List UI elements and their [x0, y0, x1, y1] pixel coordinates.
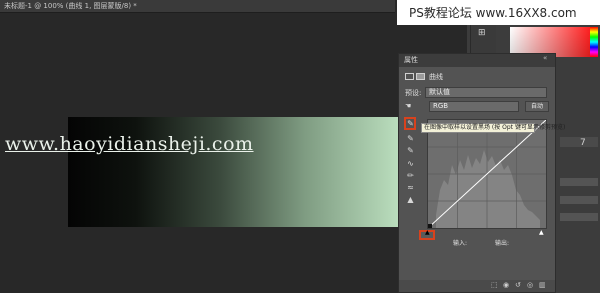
site-banner-text: PS教程论坛 www.16XX8.com [409, 6, 577, 20]
curve-graph[interactable] [427, 119, 547, 229]
panel-header[interactable]: 属性 « [399, 54, 555, 67]
histogram [436, 150, 540, 228]
hue-slider[interactable] [590, 27, 598, 57]
curves-label: 曲线 [429, 73, 443, 81]
document-tab-label: 未标题-1 @ 100% (曲线 1, 图层蒙版/8) * [4, 2, 137, 10]
preset-label: 预设: [405, 89, 422, 97]
mask-icon[interactable] [416, 73, 425, 80]
white-input-slider[interactable]: ▲ [539, 229, 544, 236]
channel-select[interactable]: RGB [429, 101, 519, 112]
layer-row[interactable] [560, 178, 598, 186]
curve-graph-svg [428, 120, 546, 228]
black-input-slider[interactable]: ▲ [425, 229, 430, 236]
site-banner: PS教程论坛 www.16XX8.com [397, 0, 600, 25]
curve-point-icon[interactable]: ∿ [406, 159, 415, 168]
dock-value: 7 [580, 138, 586, 148]
eyedropper-black-icon[interactable]: ✎ [406, 119, 415, 128]
on-image-adjust-icon[interactable]: ☚ [405, 102, 411, 110]
smooth-icon[interactable]: ≈ [406, 183, 415, 192]
reset-icon[interactable]: ↺ [515, 281, 521, 289]
black-point-handle [428, 224, 432, 228]
eyedropper-white-icon[interactable]: ✎ [406, 146, 415, 155]
properties-panel: 属性 « 曲线 预设: 默认值 ☚ RGB 自动 ✎ ✎ ✎ ∿ ✏ ≈ ▲ 在… [398, 53, 565, 293]
preset-select[interactable]: 默认值 [425, 87, 547, 98]
tooltip: 在图像中取样以设置黑场 (按 Opt 键可显示修剪预览) [421, 123, 565, 133]
pencil-icon[interactable]: ✏ [406, 171, 415, 180]
auto-button[interactable]: 自动 [525, 101, 549, 112]
panel-title: 属性 [404, 56, 418, 64]
dock-row [560, 137, 598, 147]
preset-row: 预设: 默认值 [399, 87, 555, 99]
channel-row: ☚ RGB 自动 [399, 101, 555, 113]
adjustment-icon[interactable] [405, 73, 414, 80]
clip-warning-icon[interactable]: ▲ [406, 195, 415, 204]
visibility-icon[interactable]: ◎ [527, 281, 533, 289]
layer-row[interactable] [560, 196, 598, 204]
curves-title-row: 曲线 [399, 71, 555, 83]
layer-row[interactable] [560, 213, 598, 221]
document-tab[interactable]: 未标题-1 @ 100% (曲线 1, 图层蒙版/8) * [0, 0, 395, 13]
eyedropper-gray-icon[interactable]: ✎ [406, 134, 415, 143]
panel-footer: ⬚ ◉ ↺ ◎ ▥ [399, 280, 555, 292]
output-label: 输出: [495, 240, 510, 247]
input-label: 输入: [453, 240, 468, 247]
arrange-icon[interactable]: ⊞ [478, 28, 486, 38]
view-previous-icon[interactable]: ◉ [503, 281, 509, 289]
collapse-icon[interactable]: « [543, 54, 547, 62]
clip-to-layer-icon[interactable]: ⬚ [491, 281, 498, 289]
trash-icon[interactable]: ▥ [539, 281, 546, 289]
watermark-url: www.haoyidiansheji.com [5, 133, 254, 155]
